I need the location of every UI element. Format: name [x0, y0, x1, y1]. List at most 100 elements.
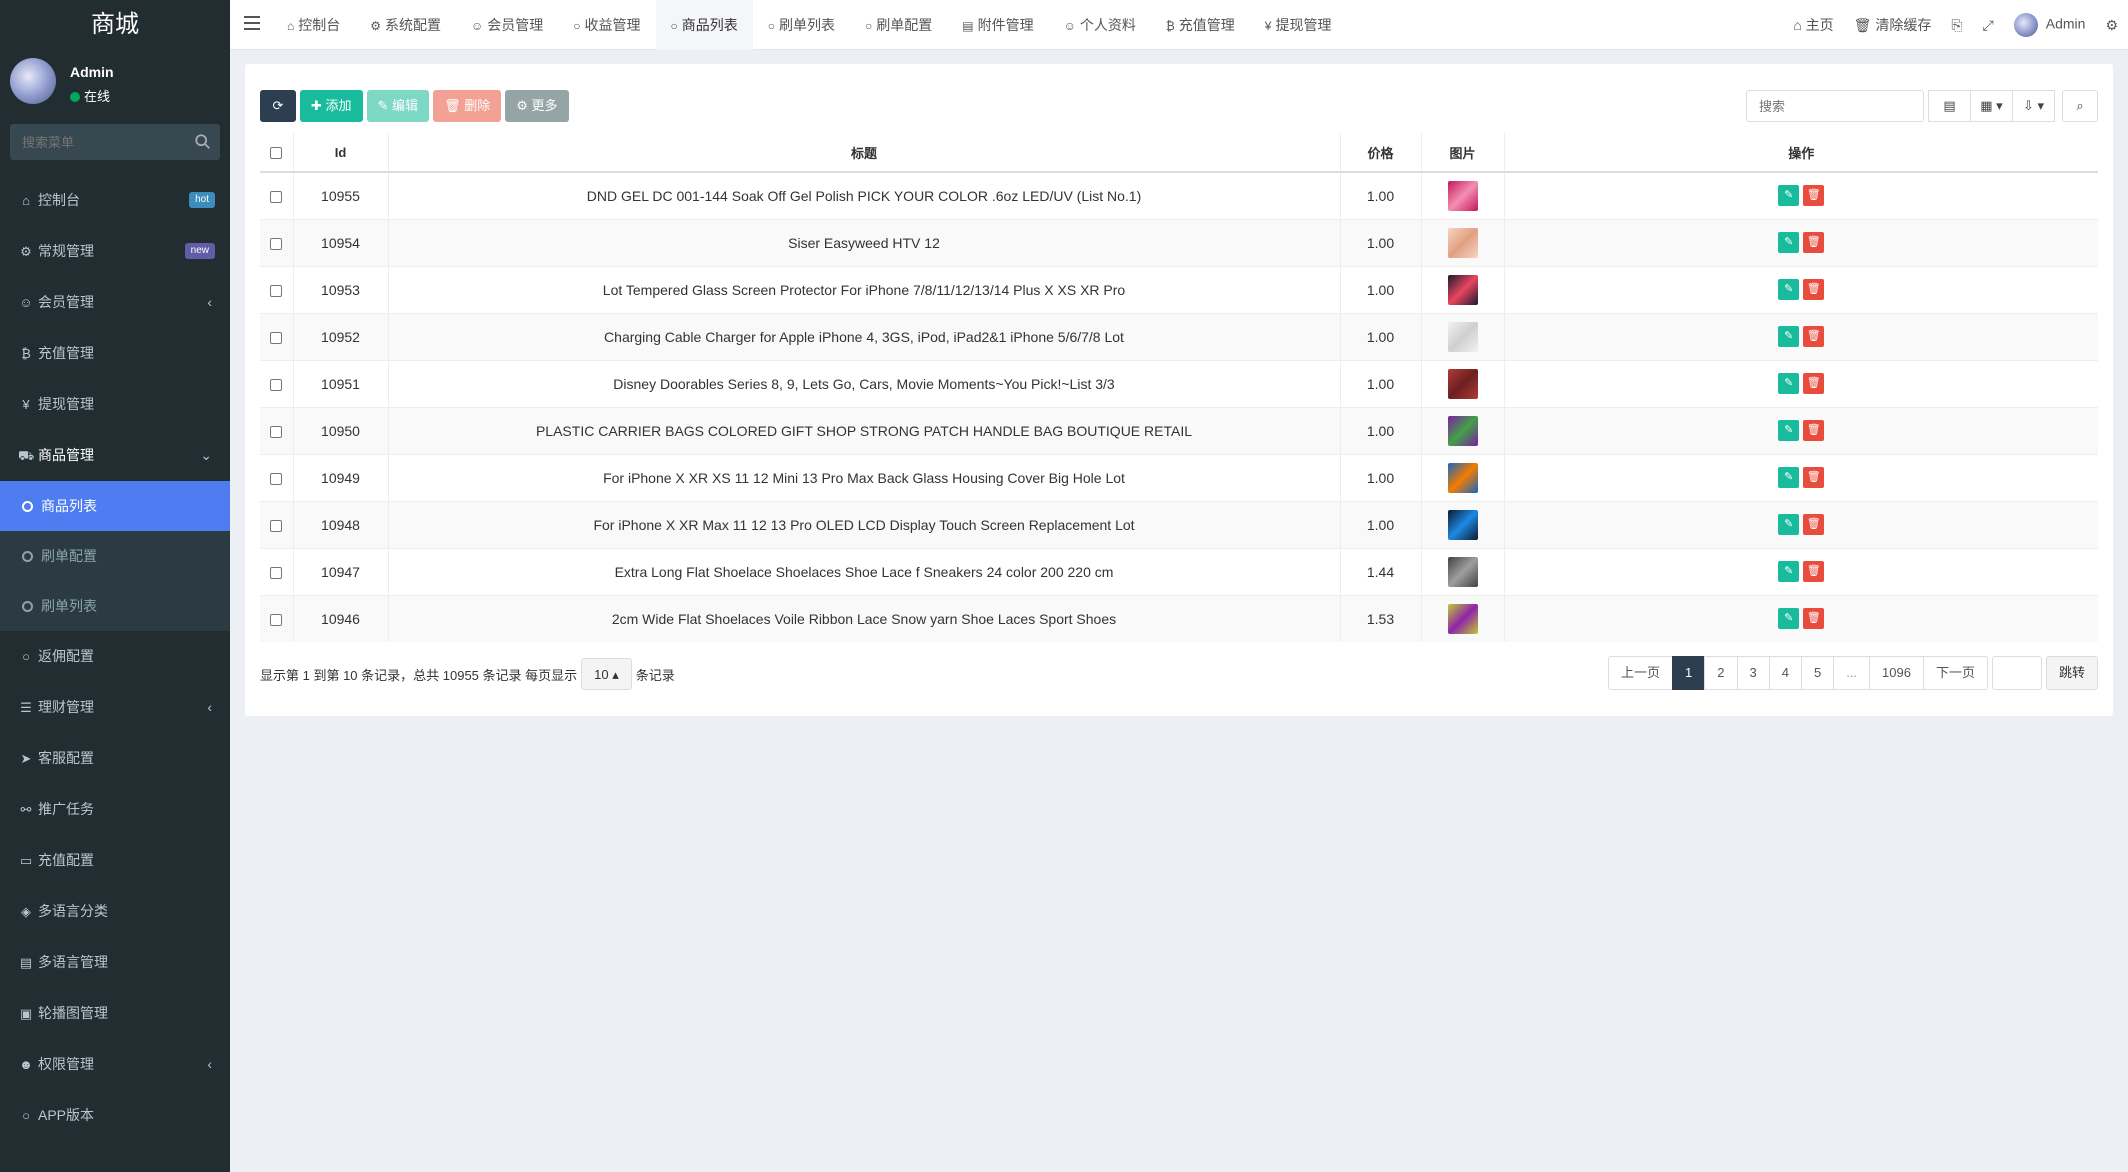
nav-tab-2[interactable]: ☺ 会员管理	[456, 0, 558, 50]
fullscreen-icon[interactable]: ⤢	[1973, 17, 2004, 34]
row-delete-button[interactable]: 🗑	[1803, 608, 1825, 630]
row-checkbox[interactable]	[270, 425, 283, 438]
row-edit-button[interactable]: ✎	[1778, 467, 1800, 488]
nav-tab-7[interactable]: ▤ 附件管理	[947, 0, 1048, 50]
page-button[interactable]: 4	[1768, 656, 1802, 690]
submenu-item-1[interactable]: 刷单配置	[0, 531, 230, 581]
row-delete-button[interactable]: 🗑	[1803, 420, 1825, 441]
row-delete-button[interactable]: 🗑	[1803, 279, 1825, 300]
clear-cache-button[interactable]: 🗑 清除缓存	[1844, 15, 1942, 35]
page-button[interactable]: 1096	[1869, 656, 1924, 690]
sidebar-item-more-0[interactable]: ○ 返佣配置	[0, 631, 230, 682]
row-delete-button[interactable]: 🗑	[1803, 467, 1825, 488]
row-edit-button[interactable]: ✎	[1778, 373, 1800, 394]
row-delete-button[interactable]: 🗑	[1803, 514, 1825, 535]
delete-button[interactable]: 🗑 删除	[433, 90, 502, 122]
nav-tab-6[interactable]: ○ 刷单配置	[850, 0, 947, 50]
row-checkbox[interactable]	[270, 191, 283, 204]
sidebar-item-main-3[interactable]: ₿ 充值管理	[0, 328, 230, 379]
product-thumbnail[interactable]	[1447, 321, 1478, 352]
sidebar-item-main-5[interactable]: ⛟ 商品管理 ⌄	[0, 430, 230, 481]
row-delete-button[interactable]: 🗑	[1803, 232, 1825, 253]
row-edit-button[interactable]: ✎	[1778, 561, 1800, 582]
row-checkbox[interactable]	[270, 519, 283, 532]
table-search-input[interactable]	[1746, 90, 1924, 122]
toggle-view-button[interactable]: ▤	[1928, 90, 1971, 122]
home-link[interactable]: ⌂ 主页	[1783, 15, 1843, 35]
sidebar-item-main-2[interactable]: ☺ 会员管理 ‹	[0, 277, 230, 328]
language-icon[interactable]: ⎘	[1941, 17, 1972, 34]
sidebar-item-more-2[interactable]: ➤ 客服配置	[0, 733, 230, 784]
nav-tab-9[interactable]: ₿ 充值管理	[1151, 0, 1250, 50]
row-edit-button[interactable]: ✎	[1778, 420, 1800, 441]
sidebar-item-more-1[interactable]: ☰ 理财管理 ‹	[0, 682, 230, 733]
sidebar-item-main-4[interactable]: ¥ 提现管理	[0, 379, 230, 430]
product-thumbnail[interactable]	[1447, 509, 1478, 540]
jump-page-input[interactable]	[1991, 656, 2042, 690]
page-button[interactable]: 5	[1800, 656, 1835, 690]
row-delete-button[interactable]: 🗑	[1803, 373, 1825, 394]
product-thumbnail[interactable]	[1447, 462, 1478, 493]
sidebar-item-more-6[interactable]: ▤ 多语言管理	[0, 937, 230, 988]
row-checkbox[interactable]	[270, 566, 283, 579]
sidebar-item-more-3[interactable]: ⚯ 推广任务	[0, 784, 230, 835]
row-edit-button[interactable]: ✎	[1778, 608, 1800, 630]
row-delete-button[interactable]: 🗑	[1803, 185, 1825, 207]
sidebar-item-more-9[interactable]: ○ APP版本	[0, 1090, 230, 1141]
page-button[interactable]: 3	[1736, 656, 1770, 690]
edit-button[interactable]: ✎ 编辑	[366, 90, 430, 122]
page-button[interactable]: 1	[1672, 656, 1706, 690]
product-thumbnail[interactable]	[1447, 227, 1478, 258]
nav-tab-5[interactable]: ○ 刷单列表	[753, 0, 850, 50]
product-thumbnail[interactable]	[1447, 368, 1478, 399]
nav-tab-4[interactable]: ○ 商品列表	[655, 0, 753, 50]
add-button[interactable]: ✚ 添加	[300, 90, 363, 122]
admin-menu[interactable]: Admin	[2004, 13, 2096, 37]
sidebar-toggle-icon[interactable]	[244, 16, 260, 30]
jump-button[interactable]: 跳转	[2045, 656, 2098, 690]
sidebar-item-main-1[interactable]: ⚙ 常规管理 new	[0, 226, 230, 277]
row-edit-button[interactable]: ✎	[1778, 514, 1800, 535]
nav-tab-8[interactable]: ☺ 个人资料	[1049, 0, 1151, 50]
product-thumbnail[interactable]	[1447, 603, 1478, 634]
prev-page-button[interactable]: 上一页	[1608, 656, 1674, 690]
row-checkbox[interactable]	[270, 472, 283, 485]
sidebar-item-more-4[interactable]: ▭ 充值配置	[0, 835, 230, 886]
row-delete-button[interactable]: 🗑	[1803, 326, 1825, 347]
row-edit-button[interactable]: ✎	[1778, 279, 1800, 300]
brand-logo[interactable]: 商城	[0, 0, 230, 50]
product-thumbnail[interactable]	[1447, 274, 1478, 305]
nav-tab-3[interactable]: ○ 收益管理	[558, 0, 655, 50]
row-checkbox[interactable]	[270, 614, 283, 627]
sidebar-search-input[interactable]	[10, 124, 180, 160]
sidebar-item-more-8[interactable]: ☻ 权限管理 ‹	[0, 1039, 230, 1090]
id-header[interactable]: Id	[293, 133, 389, 173]
more-button[interactable]: ⚙ 更多	[505, 90, 569, 122]
search-icon[interactable]	[194, 133, 212, 151]
nav-tab-0[interactable]: ⌂ 控制台	[272, 0, 355, 50]
row-checkbox[interactable]	[270, 331, 283, 344]
row-edit-button[interactable]: ✎	[1778, 185, 1800, 207]
page-size-dropdown[interactable]: 10 ▴	[581, 658, 632, 690]
sidebar-item-more-7[interactable]: ▣ 轮播图管理	[0, 988, 230, 1039]
row-checkbox[interactable]	[270, 284, 283, 297]
row-edit-button[interactable]: ✎	[1778, 232, 1800, 253]
product-thumbnail[interactable]	[1447, 180, 1478, 211]
row-checkbox[interactable]	[270, 378, 283, 391]
product-thumbnail[interactable]	[1447, 556, 1478, 587]
export-button[interactable]: ⇩ ▾	[2012, 90, 2055, 122]
columns-button[interactable]: ▦ ▾	[1970, 90, 2013, 122]
sidebar-item-more-5[interactable]: ◈ 多语言分类	[0, 886, 230, 937]
row-delete-button[interactable]: 🗑	[1803, 561, 1825, 582]
row-checkbox[interactable]	[270, 237, 283, 250]
select-all-checkbox[interactable]	[270, 147, 283, 160]
nav-tab-10[interactable]: ¥ 提现管理	[1250, 0, 1347, 50]
submenu-item-0[interactable]: 商品列表	[0, 481, 230, 531]
refresh-button[interactable]: ⟳	[260, 90, 296, 122]
page-button[interactable]: 2	[1704, 656, 1738, 690]
next-page-button[interactable]: 下一页	[1922, 656, 1988, 690]
submenu-item-2[interactable]: 刷单列表	[0, 581, 230, 631]
advanced-search-button[interactable]: ⌕	[2062, 90, 2098, 122]
nav-tab-1[interactable]: ⚙ 系统配置	[355, 0, 456, 50]
row-edit-button[interactable]: ✎	[1778, 326, 1800, 347]
